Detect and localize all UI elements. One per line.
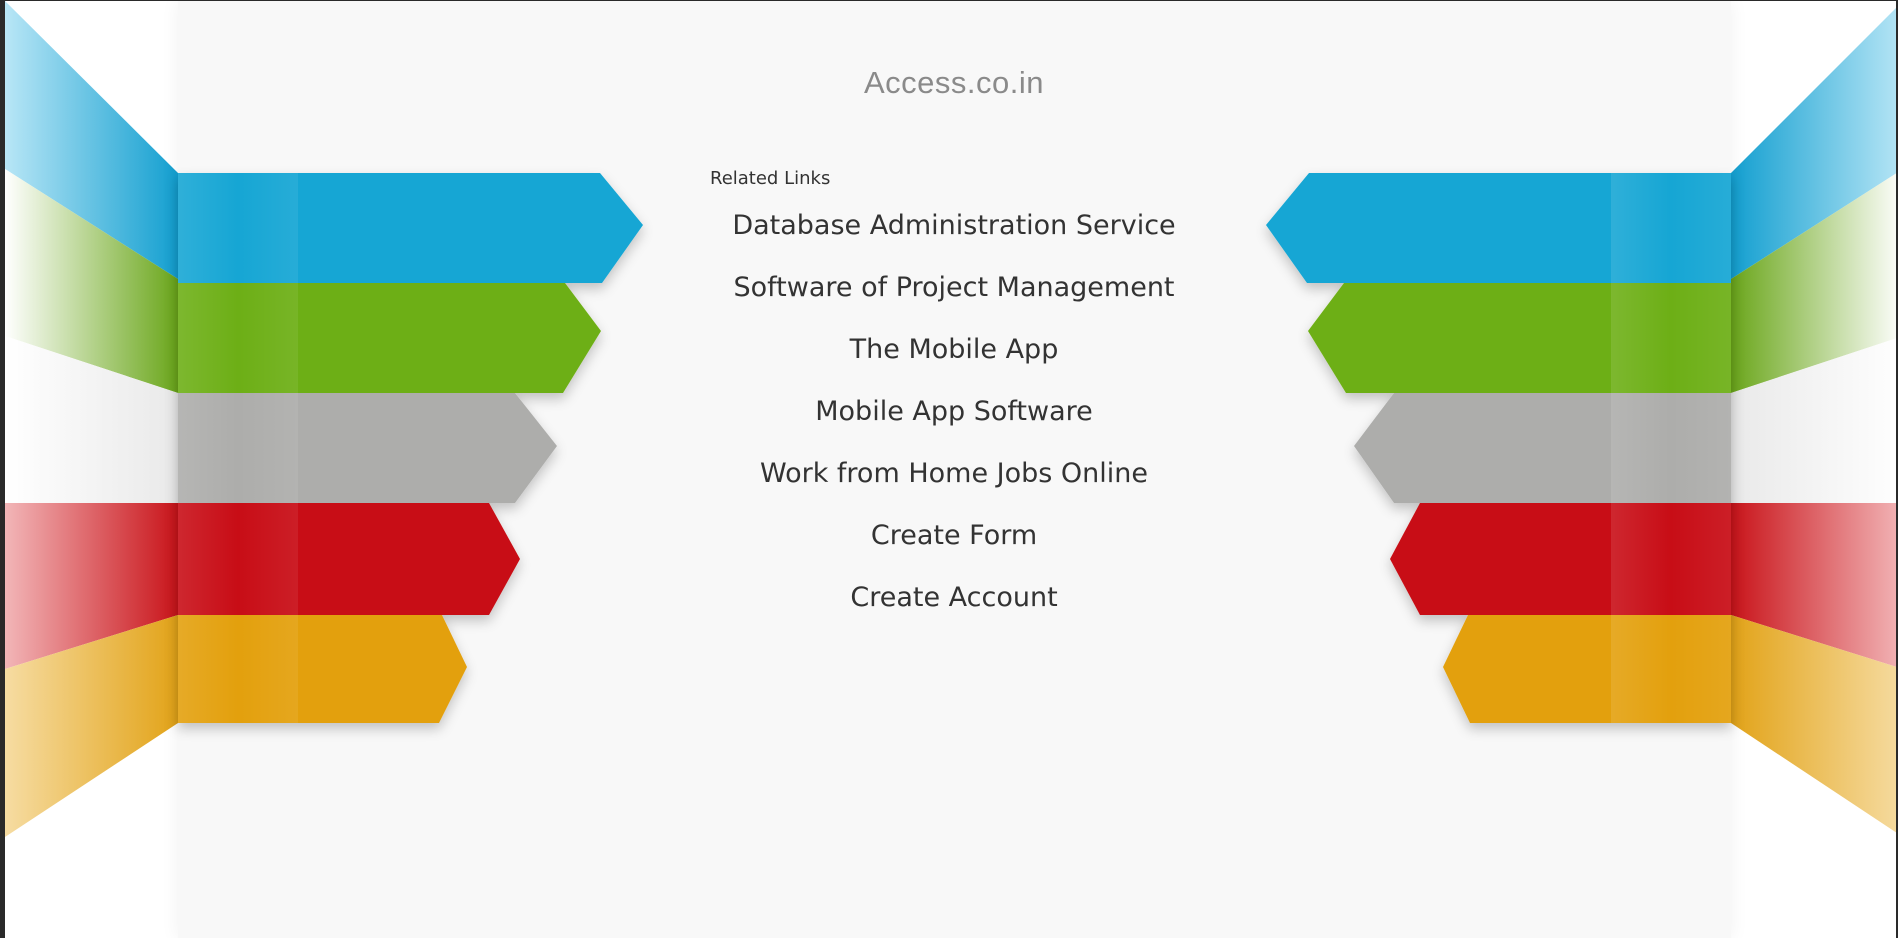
list-item: Mobile App Software — [5, 390, 1896, 452]
related-links-heading: Related Links — [710, 168, 831, 189]
browser-viewport: Access.co.in Related Links Database Admi… — [0, 0, 1898, 938]
list-item: Database Administration Service — [5, 204, 1896, 266]
link-create-form[interactable]: Create Form — [871, 520, 1037, 551]
list-item: Software of Project Management — [5, 266, 1896, 328]
link-create-account[interactable]: Create Account — [850, 582, 1057, 613]
site-title: Access.co.in — [863, 65, 1044, 100]
list-item: Create Form — [5, 514, 1896, 576]
related-links-list: Database Administration Service Software… — [5, 204, 1896, 638]
link-software-of-project-management[interactable]: Software of Project Management — [733, 272, 1174, 303]
list-item: Work from Home Jobs Online — [5, 452, 1896, 514]
list-item: The Mobile App — [5, 328, 1896, 390]
link-database-administration-service[interactable]: Database Administration Service — [732, 210, 1175, 241]
link-mobile-app-software[interactable]: Mobile App Software — [815, 396, 1093, 427]
link-work-from-home-jobs-online[interactable]: Work from Home Jobs Online — [760, 458, 1148, 489]
list-item: Create Account — [5, 576, 1896, 638]
link-the-mobile-app[interactable]: The Mobile App — [850, 334, 1059, 365]
